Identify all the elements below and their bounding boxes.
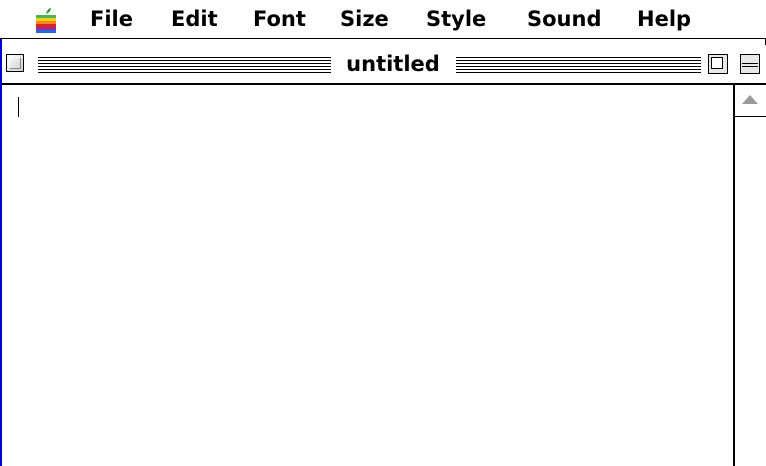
- vertical-scrollbar[interactable]: [733, 85, 766, 466]
- title-bar-stripes-left: [38, 57, 331, 74]
- collapse-box-icon[interactable]: [740, 54, 760, 74]
- apple-menu-icon[interactable]: [35, 7, 57, 33]
- text-caret: [18, 97, 19, 117]
- menu-font[interactable]: Font: [253, 4, 306, 34]
- document-text-area[interactable]: [2, 85, 733, 466]
- title-bar-stripes-right: [456, 57, 701, 74]
- close-box-icon[interactable]: [6, 54, 24, 72]
- window-title-bar[interactable]: untitled: [2, 45, 766, 85]
- menu-bar: File Edit Font Size Style Sound Help: [0, 0, 766, 39]
- scroll-up-button[interactable]: [735, 85, 766, 117]
- scroll-up-arrow-icon: [742, 95, 758, 104]
- menu-help[interactable]: Help: [637, 4, 691, 34]
- document-window: untitled: [0, 39, 766, 466]
- menu-size[interactable]: Size: [340, 4, 389, 34]
- zoom-box-icon[interactable]: [708, 54, 728, 74]
- menu-style[interactable]: Style: [426, 4, 486, 34]
- menu-edit[interactable]: Edit: [171, 4, 218, 34]
- menu-file[interactable]: File: [90, 4, 133, 34]
- window-title: untitled: [334, 49, 452, 79]
- menu-sound[interactable]: Sound: [527, 4, 601, 34]
